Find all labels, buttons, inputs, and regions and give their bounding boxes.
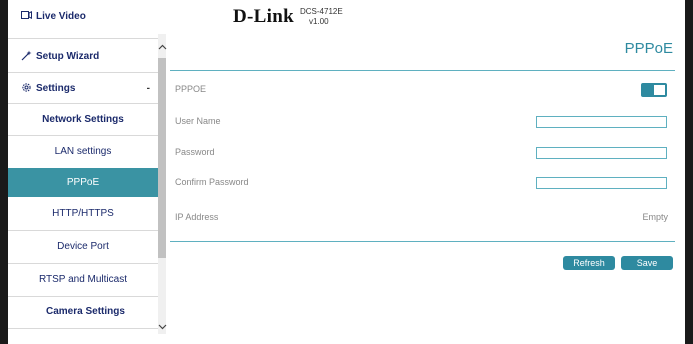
video-icon (20, 11, 32, 21)
ip-address-value: Empty (642, 212, 668, 222)
sidebar-item-setup-wizard[interactable]: Setup Wizard (8, 42, 158, 70)
sidebar: Live Video Setup Wizard Settings - Netwo… (8, 0, 166, 344)
pppoe-toggle[interactable] (641, 83, 667, 97)
sidebar-item-label: RTSP and Multicast (38, 274, 127, 285)
form-divider (170, 241, 675, 242)
password-label: Password (175, 147, 215, 157)
sidebar-item-label: Network Settings (42, 113, 124, 125)
scroll-down-icon[interactable] (157, 322, 167, 332)
sidebar-item-label: LAN settings (54, 146, 112, 157)
confirm-password-field[interactable] (536, 177, 667, 189)
pppoe-label: PPPOE (175, 84, 207, 94)
refresh-button[interactable]: Refresh (563, 256, 615, 270)
model-name: DCS-4712E (300, 7, 343, 16)
model-info: DCS-4712E v1.00 (300, 7, 343, 27)
sidebar-item-live-video[interactable]: Live Video (8, 2, 158, 30)
sidebar-item-settings[interactable]: Settings - (8, 74, 158, 102)
sidebar-item-rtsp-multicast[interactable]: RTSP and Multicast (8, 264, 158, 295)
page-title: PPPoE (624, 40, 673, 57)
gear-icon (20, 82, 32, 95)
username-field[interactable] (536, 116, 667, 128)
sidebar-item-http-https[interactable]: HTTP/HTTPS (8, 198, 158, 229)
sidebar-item-label: Camera Settings (46, 306, 125, 317)
sidebar-item-label: Setup Wizard (36, 50, 100, 62)
sidebar-item-label: HTTP/HTTPS (52, 208, 114, 219)
sidebar-item-label: PPPoE (66, 177, 100, 188)
ip-address-label: IP Address (175, 212, 219, 222)
firmware-version: v1.00 (309, 17, 329, 26)
collapse-icon[interactable]: - (147, 83, 150, 94)
sidebar-item-lan-settings[interactable]: LAN settings (8, 136, 158, 167)
divider (8, 38, 158, 39)
title-divider (170, 70, 675, 71)
sidebar-scrollbar-thumb[interactable] (158, 58, 166, 258)
scroll-up-icon[interactable] (157, 42, 167, 52)
divider (8, 72, 158, 73)
wand-icon (20, 50, 32, 63)
sidebar-item-label: Live Video (36, 10, 86, 22)
sidebar-item-label: Device Port (57, 241, 109, 252)
sidebar-item-label: Settings (36, 82, 76, 94)
sidebar-item-camera-settings[interactable]: Camera Settings (8, 297, 158, 326)
sidebar-item-pppoe[interactable]: PPPoE (8, 168, 158, 197)
sidebar-item-network-settings[interactable]: Network Settings (8, 104, 158, 134)
dlink-logo: D-Link (233, 6, 294, 27)
confirm-password-label: Confirm Password (175, 177, 249, 187)
username-label: User Name (175, 116, 221, 126)
save-button[interactable]: Save (621, 256, 673, 270)
password-field[interactable] (536, 147, 667, 159)
divider (8, 328, 158, 329)
sidebar-item-device-port[interactable]: Device Port (8, 231, 158, 262)
toggle-knob (654, 85, 665, 95)
